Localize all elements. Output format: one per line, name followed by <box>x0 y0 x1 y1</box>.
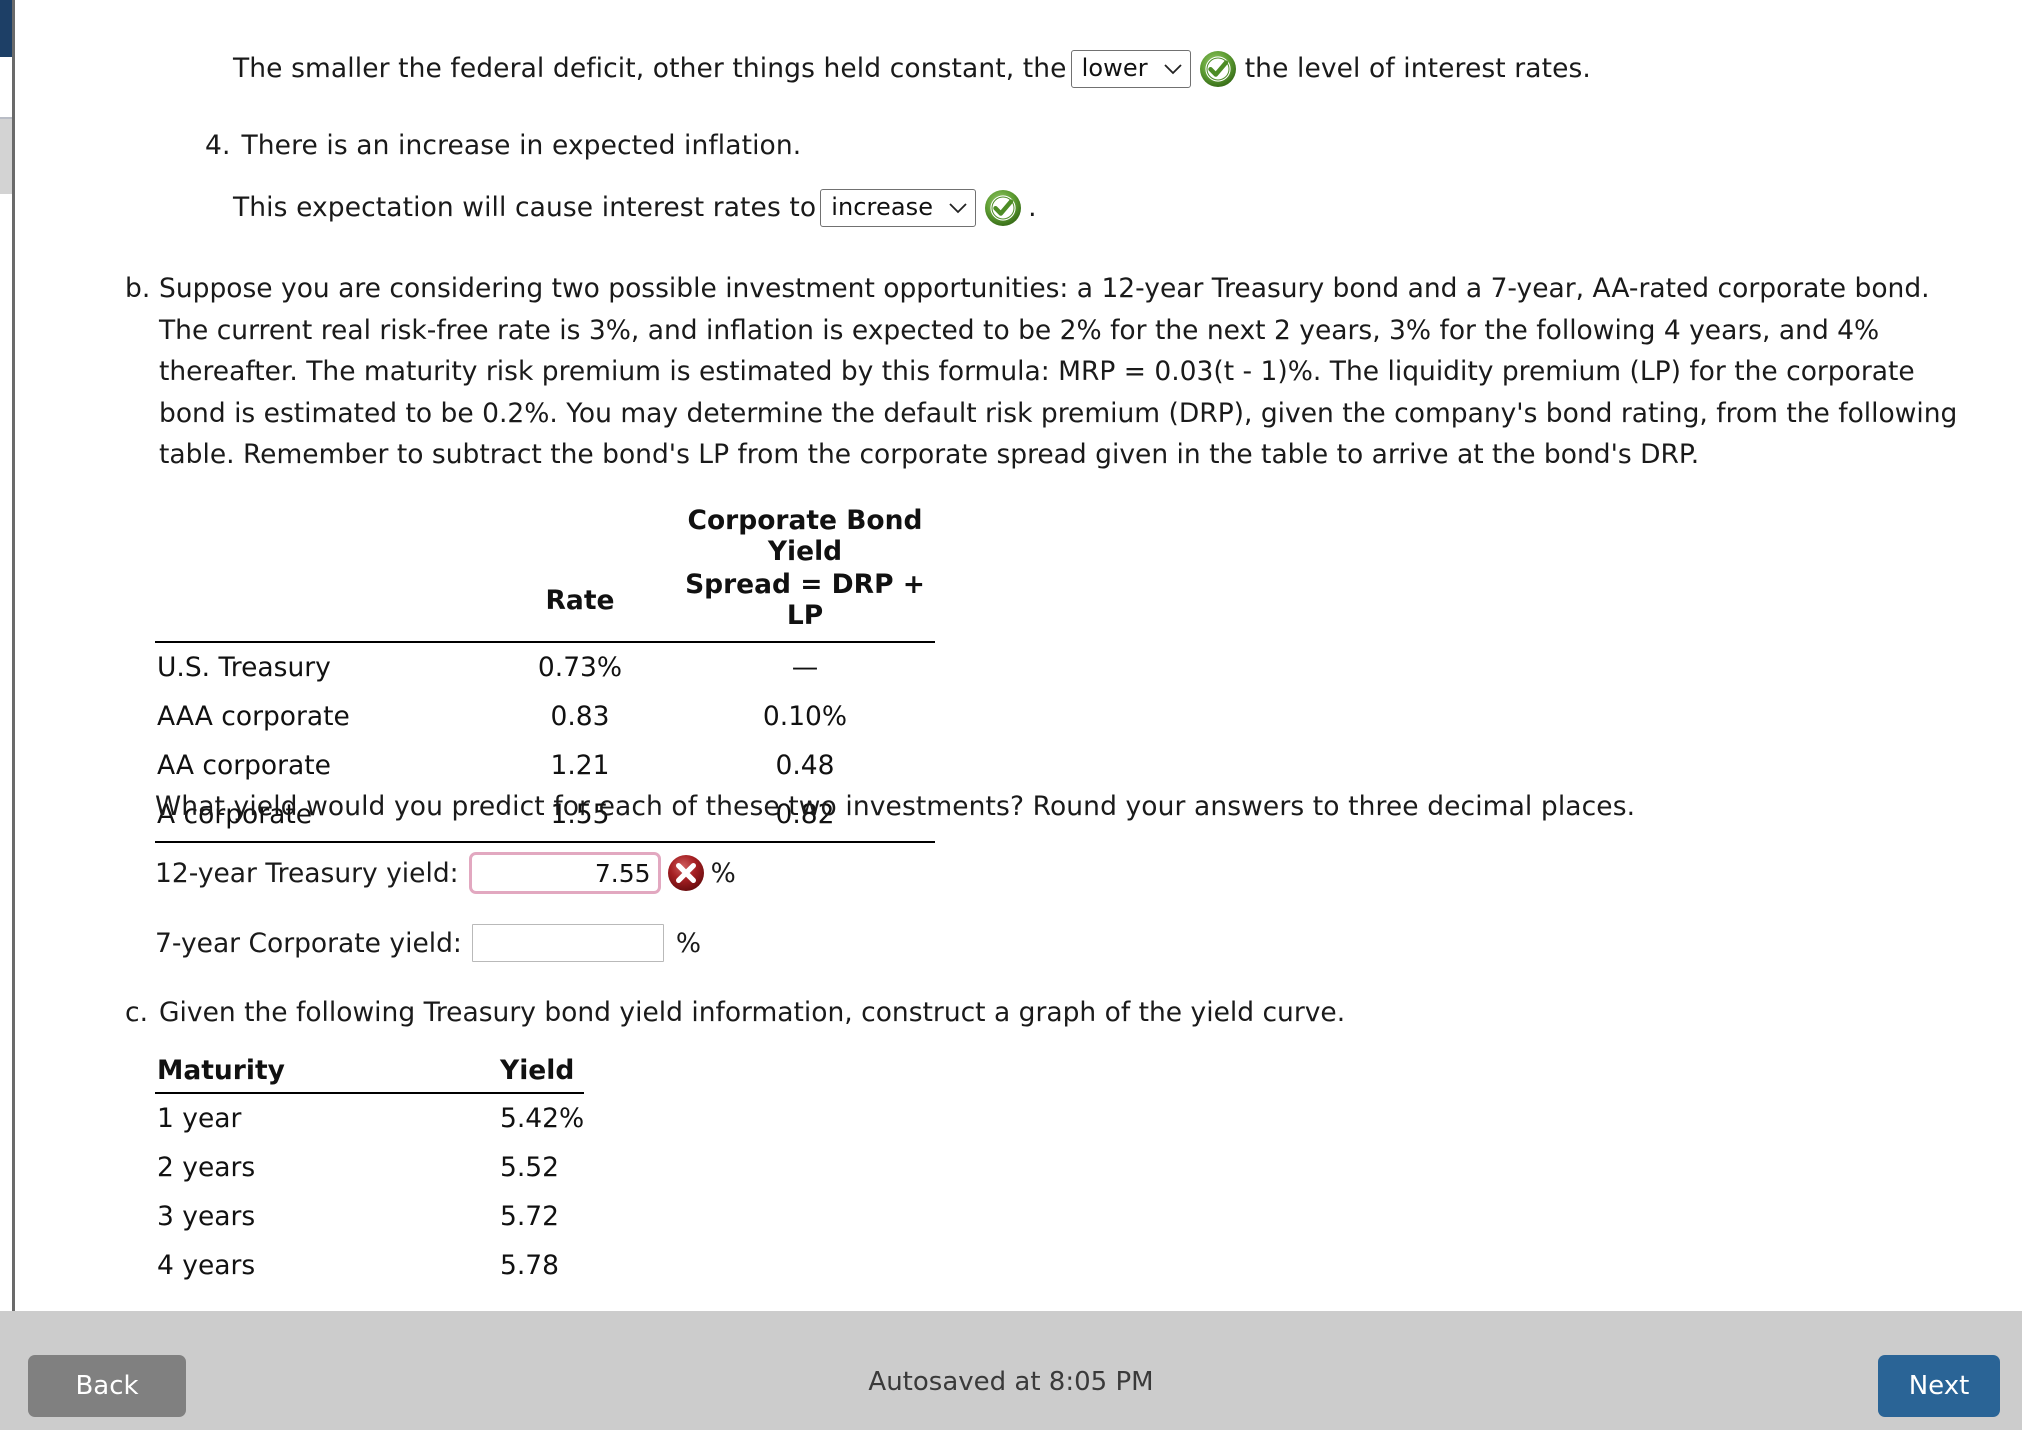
yield-cell: 5.72 <box>500 1201 560 1232</box>
part-c-text: Given the following Treasury bond yield … <box>159 997 1346 1028</box>
item-4-row: 4. There is an increase in expected infl… <box>205 125 801 166</box>
footer-bar: Back Autosaved at 8:05 PM Next <box>0 1311 2022 1430</box>
table-group-header-row: Corporate Bond Yield <box>155 505 935 569</box>
part-c: c. Given the following Treasury bond yie… <box>125 992 1965 1034</box>
maturity-cell: 2 years <box>157 1152 256 1183</box>
treasury-yield-label: 12-year Treasury yield: <box>155 857 459 889</box>
green-check-icon <box>984 189 1022 227</box>
table-row: AA corporate 1.21 0.48 <box>155 741 935 790</box>
table-row: U.S. Treasury 0.73% — <box>155 642 935 692</box>
deficit-select-value: lower <box>1081 54 1148 82</box>
maturity-cell: 3 years <box>157 1201 256 1232</box>
green-check-icon <box>1199 50 1237 88</box>
part-b: b. Suppose you are considering two possi… <box>125 268 1965 476</box>
inflation-statement-row: This expectation will cause interest rat… <box>233 187 1037 228</box>
inflation-statement-prefix: This expectation will cause interest rat… <box>233 192 817 223</box>
bond-table-col-0 <box>155 569 485 643</box>
yield-col-header: Yield <box>390 1055 585 1094</box>
chevron-down-icon <box>949 202 967 214</box>
part-b-prompt: What yield would you predict for each of… <box>155 791 1636 822</box>
inflation-select[interactable]: increase <box>820 188 977 227</box>
treasury-yield-input[interactable] <box>468 852 661 894</box>
bond-row-spread: — <box>791 652 819 683</box>
inflation-select-value: increase <box>831 193 934 221</box>
deficit-select[interactable]: lower <box>1070 49 1191 88</box>
bond-table-col-1: Rate <box>485 569 675 643</box>
page-scrollbar-thumb[interactable] <box>0 117 12 194</box>
red-x-icon <box>667 854 705 892</box>
page-scrollbar-track[interactable] <box>0 57 12 1311</box>
item-4-number: 4. <box>205 130 231 161</box>
chevron-down-icon <box>1164 63 1182 75</box>
next-button[interactable]: Next <box>1878 1355 2000 1417</box>
yield-cell: 5.52 <box>500 1152 560 1183</box>
bond-row-name: AA corporate <box>157 750 331 781</box>
bond-table-col-2: Spread = DRP + LP <box>675 569 935 643</box>
bond-row-spread: 0.10% <box>762 701 848 732</box>
bond-row-rate: 0.73% <box>537 652 623 683</box>
deficit-statement-prefix: The smaller the federal deficit, other t… <box>233 53 1067 84</box>
part-b-marker: b. <box>125 273 151 304</box>
corporate-yield-label: 7-year Corporate yield: <box>155 927 462 959</box>
table-row: 1 year 5.42% <box>155 1093 584 1143</box>
corporate-yield-input[interactable] <box>471 924 664 962</box>
table-header-row: Maturity Yield <box>155 1055 585 1094</box>
yield-cell: 5.42% <box>500 1103 585 1134</box>
question-content: The smaller the federal deficit, other t… <box>15 0 2022 1311</box>
inflation-statement-suffix: . <box>1028 192 1037 223</box>
table-header-row: Rate Spread = DRP + LP <box>155 569 935 643</box>
left-navy-strip <box>0 0 12 57</box>
corporate-yield-row: 7-year Corporate yield: % <box>155 924 701 962</box>
maturity-cell: 4 years <box>157 1250 256 1281</box>
table-row: 3 years 5.72 <box>155 1192 584 1241</box>
corporate-yield-unit: % <box>675 927 702 959</box>
table-row: AAA corporate 0.83 0.10% <box>155 692 935 741</box>
autosave-status: Autosaved at 8:05 PM <box>868 1367 1154 1397</box>
item-4-text: There is an increase in expected inflati… <box>241 130 802 161</box>
treasury-yield-unit: % <box>710 857 736 889</box>
maturity-yield-table: Maturity Yield 1 year 5.42% 2 years 5.52… <box>155 1055 585 1290</box>
deficit-statement-row: The smaller the federal deficit, other t… <box>233 48 1591 89</box>
part-b-text: Suppose you are considering two possible… <box>159 273 1958 470</box>
deficit-statement-suffix: the level of interest rates. <box>1244 53 1591 84</box>
bond-row-rate: 0.83 <box>550 701 610 732</box>
table-row: 4 years 5.78 <box>155 1241 584 1290</box>
maturity-cell: 1 year <box>157 1103 242 1134</box>
table-row: 2 years 5.52 <box>155 1143 584 1192</box>
treasury-yield-row: 12-year Treasury yield: % <box>155 852 736 894</box>
maturity-col-header: Maturity <box>155 1055 390 1094</box>
part-c-marker: c. <box>125 997 148 1028</box>
bond-row-rate: 1.21 <box>550 750 610 781</box>
bond-table-group-header: Corporate Bond Yield <box>687 505 923 567</box>
yield-cell: 5.78 <box>500 1250 560 1281</box>
bond-row-name: U.S. Treasury <box>157 652 331 683</box>
bond-row-spread: 0.48 <box>775 750 835 781</box>
page-root: The smaller the federal deficit, other t… <box>0 0 2022 1430</box>
bond-row-name: AAA corporate <box>157 701 350 732</box>
